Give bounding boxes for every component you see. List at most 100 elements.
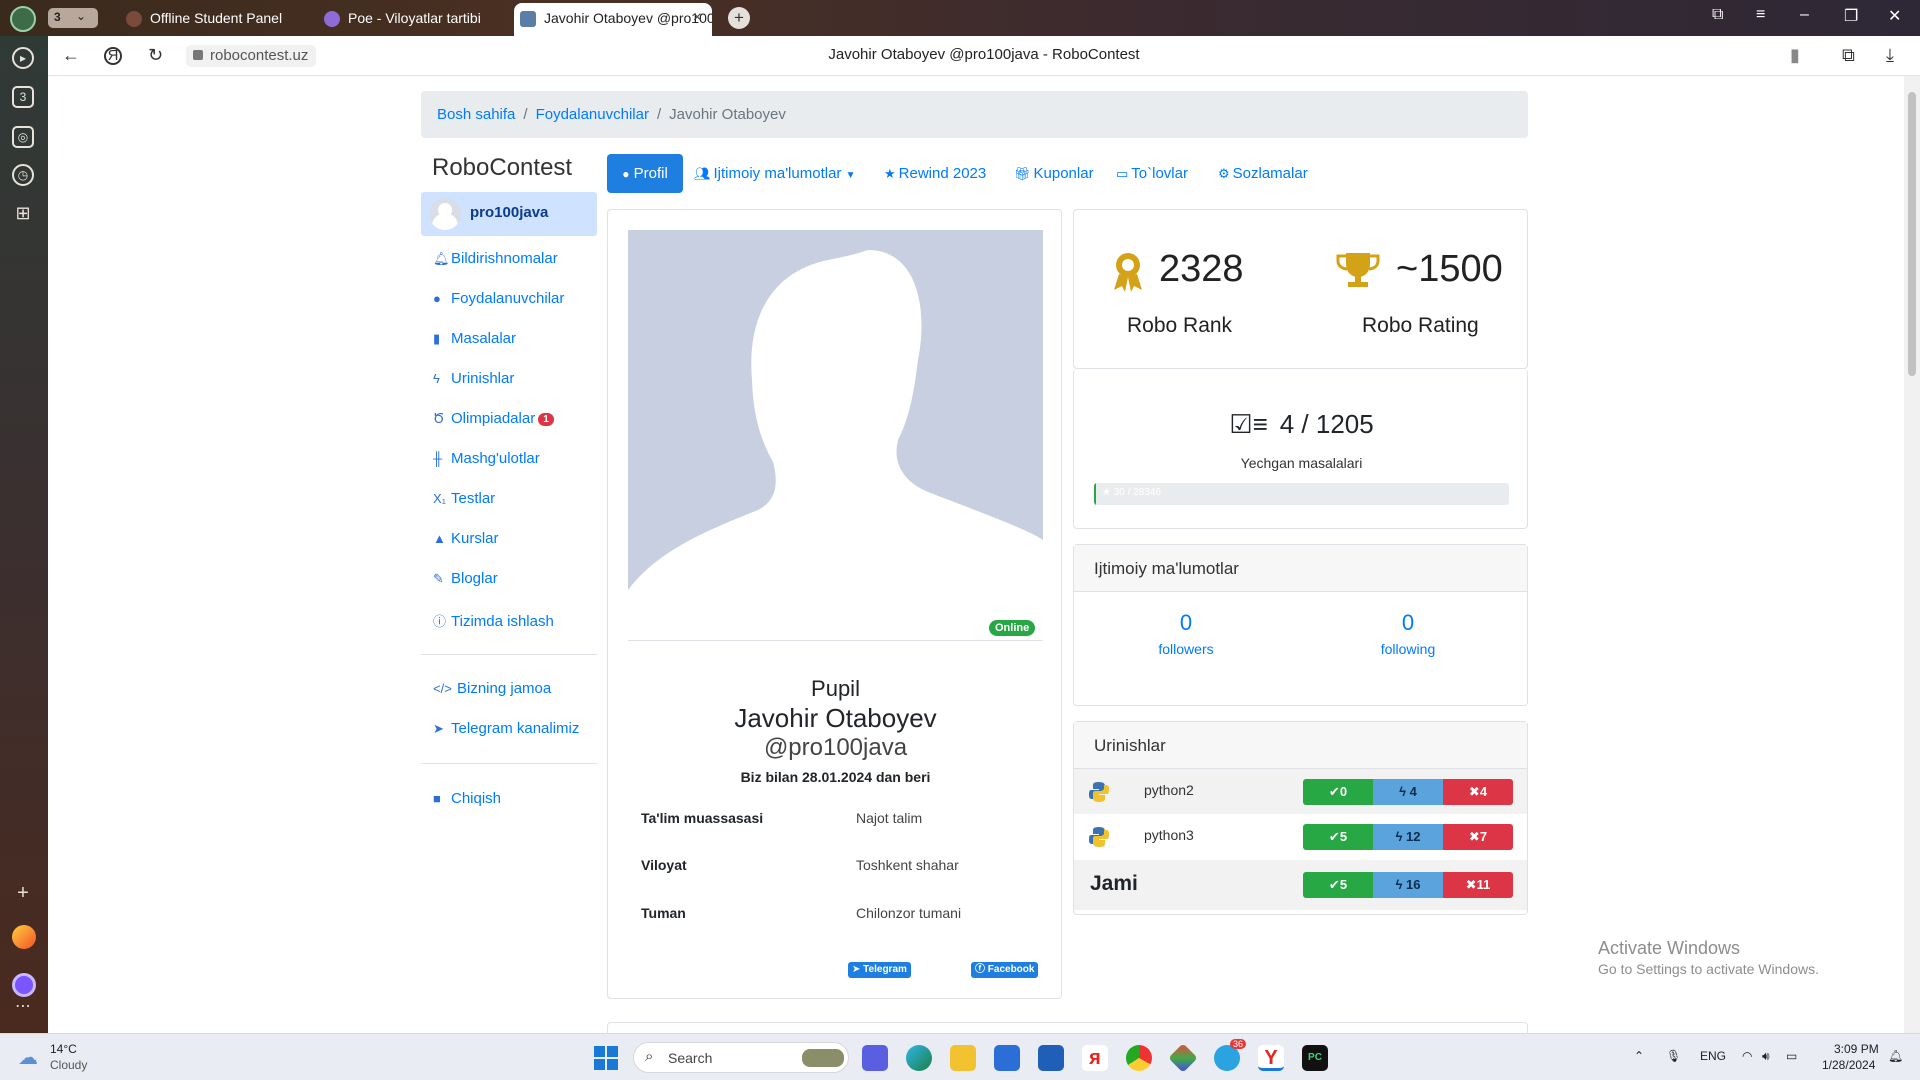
robo-rating-value: ~1500 <box>1396 248 1503 290</box>
add-icon[interactable]: + <box>12 883 34 906</box>
profile-full-name: Javohir Otaboyev <box>734 703 937 733</box>
menu-icon[interactable]: ≡ <box>1756 6 1765 24</box>
wifi-icon[interactable]: ◠ <box>1742 1049 1752 1063</box>
start-button[interactable] <box>594 1046 618 1070</box>
tab-label: To`lovlar <box>1131 165 1188 182</box>
tab-settings[interactable]: ⚙ Sozlamalar <box>1218 154 1308 193</box>
tabs-count-icon[interactable]: 3 <box>12 86 34 108</box>
sidebar-item-attempts[interactable]: ϟ Urinishlar <box>433 370 514 394</box>
download-icon[interactable]: ⤓ <box>1886 45 1894 66</box>
close-icon[interactable]: × <box>693 3 702 33</box>
followers-label[interactable]: followers <box>1126 641 1246 657</box>
bookmark-icon[interactable]: ▮ <box>1790 45 1800 66</box>
taskbar-search[interactable]: ⌕ Search <box>633 1042 849 1073</box>
file-explorer-icon[interactable] <box>950 1045 976 1071</box>
apps-grid-icon[interactable]: ⊞ <box>12 204 34 226</box>
new-tab-button[interactable]: + <box>728 7 750 29</box>
heart-icon <box>126 11 142 27</box>
more-icon[interactable]: ⋯ <box>12 998 34 1020</box>
chevron-up-icon[interactable]: ⌃ <box>1634 1049 1644 1063</box>
clock-date[interactable]: 1/28/2024 <box>1822 1058 1875 1072</box>
sidebar-item-label: Kurslar <box>451 530 499 547</box>
followers-count[interactable]: 0 <box>1126 610 1246 636</box>
minimize-icon[interactable]: – <box>1800 6 1809 24</box>
weather-text[interactable]: Cloudy <box>50 1058 87 1072</box>
restore-icon[interactable]: ❐ <box>1844 6 1858 26</box>
attempts-total-row: Jami ✔5 ϟ 16 ✖11 <box>1074 860 1527 910</box>
next-card-edge <box>607 1022 1528 1033</box>
telegram-taskbar-icon[interactable]: 36 <box>1214 1039 1247 1071</box>
following-count[interactable]: 0 <box>1348 610 1468 636</box>
volume-icon[interactable]: 🔊︎ <box>1762 1049 1770 1064</box>
history-icon[interactable]: ◷ <box>12 164 34 186</box>
sidebar-item-help[interactable]: ⓘ Tizimda ishlash <box>433 611 554 635</box>
edge-icon[interactable] <box>906 1045 932 1071</box>
tab-rewind[interactable]: ★ Rewind 2023 <box>884 154 986 193</box>
pycharm-icon[interactable]: PC <box>1302 1045 1328 1071</box>
scrollbar-thumb[interactable] <box>1908 92 1916 376</box>
windows-logo-icon <box>594 1046 605 1057</box>
notifications-icon[interactable]: 🔔︎ <box>1888 1049 1903 1063</box>
following-label[interactable]: following <box>1348 641 1468 657</box>
sidebar-item-olympiads[interactable]: Ծ Olimpiadalar 1 <box>433 410 554 434</box>
sidebar-item-tests[interactable]: X₁ Testlar <box>433 490 495 514</box>
breadcrumb-users-link[interactable]: Foydalanuvchilar <box>536 106 649 123</box>
tab-coupons[interactable]: 🎁︎ Kuponlar <box>1014 154 1094 193</box>
sidebar-item-problems[interactable]: ▮ Masalalar <box>433 330 516 354</box>
telegram-link-button[interactable]: ➤ Telegram <box>848 962 911 978</box>
facebook-link-button[interactable]: ⓕ Facebook <box>971 962 1039 978</box>
mail-icon[interactable] <box>1038 1045 1064 1071</box>
tries-value: 4 <box>1409 784 1417 799</box>
sidebar-item-blogs[interactable]: ✎ Bloglar <box>433 570 498 594</box>
tab-count: 3 <box>54 10 61 24</box>
tab-social-info[interactable]: 👥︎ Ijtimoiy ma'lumotlar ▼ <box>694 154 855 193</box>
failed-count: ✖4 <box>1443 779 1513 805</box>
sidebar-item-telegram[interactable]: ➤ Telegram kanalimiz <box>433 720 579 744</box>
tab-group-counter[interactable]: 3 ⌄ <box>48 8 98 28</box>
tab-payments[interactable]: ▭ To`lovlar <box>1116 154 1188 193</box>
sidebar-user-profile[interactable]: pro100java <box>421 192 597 236</box>
sidebar-item-label: Testlar <box>451 490 496 507</box>
yandex-browser-icon[interactable]: я <box>1082 1045 1108 1071</box>
screenshot-icon[interactable]: ◎ <box>12 126 34 148</box>
sidebar-item-courses[interactable]: ▲ Kurslar <box>433 530 499 554</box>
brand-title[interactable]: RoboContest <box>432 154 572 182</box>
award-icon <box>1114 253 1142 292</box>
language-name: python3 <box>1144 827 1194 843</box>
failed-count: ✖7 <box>1443 824 1513 850</box>
sidebar-item-team[interactable]: </> Bizning jamoa <box>433 680 551 704</box>
sidebar-item-users[interactable]: ● Foydalanuvchilar <box>433 290 564 314</box>
play-icon[interactable]: ▸ <box>12 47 34 69</box>
profile-member-since: Biz bilan 28.01.2024 dan beri <box>740 769 931 785</box>
store-icon[interactable] <box>994 1045 1020 1071</box>
page-scrollbar[interactable] <box>1904 76 1920 1033</box>
assistant-icon[interactable] <box>12 973 36 997</box>
sidebar-item-label: Bizning jamoa <box>457 680 552 697</box>
tab-poe[interactable]: Poe - Viloyatlar tartibi <box>318 3 508 36</box>
tab-profil[interactable]: ● Profil <box>607 154 683 193</box>
sidebar-item-logout[interactable]: ■ Chiqish <box>433 790 501 814</box>
profile-role: Pupil <box>811 676 860 701</box>
profile-avatar <box>628 230 1043 620</box>
close-window-icon[interactable]: ✕ <box>1888 6 1901 26</box>
bookmarks-icon[interactable]: ⧉ <box>1712 6 1723 24</box>
weather-temp[interactable]: 14°C <box>50 1042 77 1056</box>
yandex-active-icon[interactable]: Y <box>1258 1045 1284 1071</box>
facebook-icon: ⓕ <box>975 964 985 975</box>
tab-robocontest[interactable]: Javohir Otaboyev @pro100java - RoboConte… <box>514 3 712 36</box>
chrome-icon[interactable] <box>1126 1045 1152 1071</box>
microphone-icon[interactable]: 🎙︎ <box>1666 1049 1681 1063</box>
tab-offline-student-panel[interactable]: Offline Student Panel <box>120 3 310 36</box>
battery-icon[interactable]: ▭ <box>1786 1049 1797 1063</box>
breadcrumb-home-link[interactable]: Bosh sahifa <box>437 106 515 123</box>
collections-icon[interactable]: ⧉ <box>1842 45 1855 66</box>
teams-icon[interactable] <box>862 1045 888 1071</box>
browser-profile-icon[interactable] <box>10 6 36 32</box>
clock-time[interactable]: 3:09 PM <box>1834 1042 1879 1056</box>
language-indicator[interactable]: ENG <box>1700 1049 1726 1063</box>
user-circle-icon: ● <box>622 167 630 181</box>
alice-app-icon[interactable] <box>12 925 36 949</box>
sidebar-item-trainings[interactable]: ╫ Mashg'ulotlar <box>433 450 540 474</box>
sidebar-item-notifications[interactable]: 🔔︎Bildirishnomalar <box>433 250 558 274</box>
app-icon[interactable] <box>1168 1043 1198 1073</box>
